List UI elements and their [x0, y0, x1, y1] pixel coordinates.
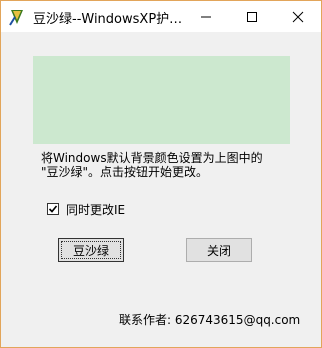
close-button[interactable]: 关闭 — [186, 238, 252, 262]
color-preview — [33, 56, 290, 144]
close-icon — [292, 11, 304, 22]
maximize-button[interactable] — [229, 1, 275, 32]
maximize-icon — [247, 11, 257, 22]
close-window-button[interactable] — [275, 1, 321, 32]
checkmark-icon — [48, 205, 58, 213]
change-ie-label: 同时更改IE — [66, 202, 126, 217]
minimize-button[interactable] — [183, 1, 229, 32]
change-ie-checkbox-row[interactable]: 同时更改IE — [47, 201, 125, 217]
description-line-1: 将Windows默认背景颜色设置为上图中的 — [41, 151, 263, 165]
close-label: 关闭 — [206, 243, 231, 258]
title-bar[interactable]: 豆沙绿--WindowsXP护… — [1, 1, 321, 32]
apply-green-button[interactable]: 豆沙绿 — [58, 238, 124, 262]
description-text: 将Windows默认背景颜色设置为上图中的 "豆沙绿"。点击按钮开始更改。 — [41, 151, 301, 179]
app-logo-icon — [9, 8, 25, 26]
minimize-icon — [201, 16, 211, 17]
app-window: 豆沙绿--WindowsXP护… 将Windows默认背景颜色设置为上图中的 "… — [0, 0, 322, 348]
description-line-2: "豆沙绿"。点击按钮开始更改。 — [41, 165, 209, 179]
focus-rect — [61, 241, 121, 259]
contact-info: 联系作者: 626743615@qq.com — [119, 313, 301, 327]
window-title: 豆沙绿--WindowsXP护… — [33, 12, 183, 27]
change-ie-checkbox[interactable] — [47, 203, 59, 215]
